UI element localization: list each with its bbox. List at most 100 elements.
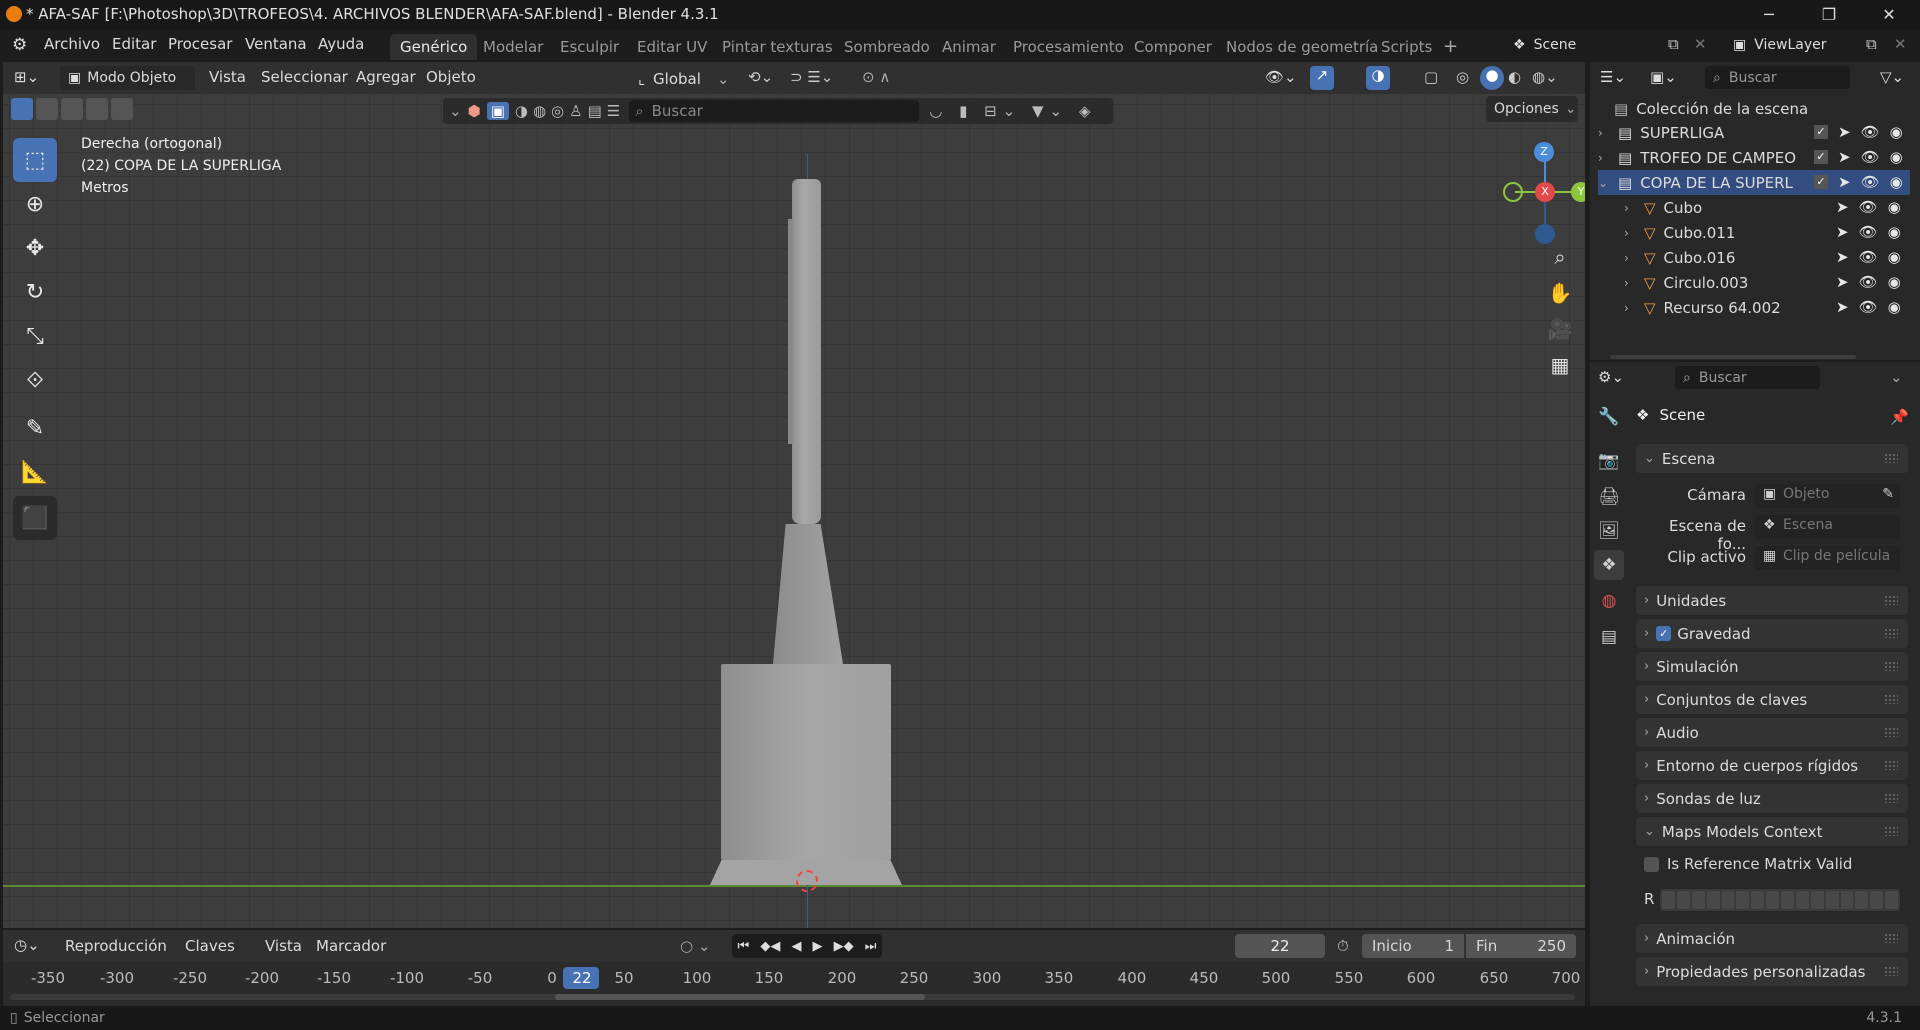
gizmo-toggle-icon[interactable]: ↗ — [1310, 66, 1334, 90]
menu-agregar[interactable]: Agregar — [356, 68, 416, 86]
world-tab-icon[interactable]: ◍ — [1594, 586, 1624, 616]
cursor-tool-icon[interactable]: ⊕ — [13, 182, 57, 226]
visibility-icon[interactable]: 👁⌄ — [1265, 68, 1297, 86]
tab-componer[interactable]: Componer — [1124, 34, 1222, 60]
chevron-down-icon[interactable]: ⌄ — [449, 102, 462, 120]
camera-render-icon[interactable]: ◉ — [1888, 248, 1901, 266]
tab-sombreado[interactable]: Sombreado — [834, 34, 940, 60]
eye-icon[interactable]: 👁 — [1859, 298, 1878, 316]
tab-generico[interactable]: Genérico — [390, 34, 478, 60]
camera-render-icon[interactable]: ◉ — [1890, 148, 1903, 166]
current-frame-field[interactable]: 22 — [1235, 934, 1325, 958]
panel-header[interactable]: › Simulación — [1636, 652, 1908, 681]
select-new-icon[interactable] — [11, 98, 33, 120]
tab-editar-uv[interactable]: Editar UV — [627, 34, 717, 60]
selectable-arrow-icon[interactable]: ➤ — [1836, 198, 1849, 216]
wireframe-shading-icon[interactable]: ◎ — [1456, 68, 1469, 86]
select-extend-icon[interactable] — [36, 98, 58, 120]
transform-tool-icon[interactable]: ⟐ — [13, 358, 57, 402]
tab-scripts[interactable]: Scripts — [1371, 34, 1442, 60]
material-shading-icon[interactable]: ◐ — [1508, 68, 1521, 86]
menu-archivo[interactable]: Archivo — [44, 35, 100, 53]
panel-header[interactable]: ⌄ Maps Models Context — [1636, 817, 1908, 846]
menu-vista-timeline[interactable]: Vista — [265, 937, 302, 955]
eye-icon[interactable]: 👁 — [1859, 223, 1878, 241]
trophy-disc[interactable] — [792, 179, 821, 524]
selectable-arrow-icon[interactable]: ➤ — [1836, 223, 1849, 241]
select-box-tool-icon[interactable]: ⬚ — [13, 138, 57, 182]
checkbox-icon[interactable]: ✓ — [1814, 150, 1828, 164]
chevron-right-icon[interactable]: › — [1624, 276, 1638, 290]
measure-tool-icon[interactable]: 📐 — [13, 450, 57, 494]
scene-tab-icon[interactable]: ❖ — [1594, 550, 1624, 580]
solid-shading-icon[interactable]: ● — [1480, 66, 1504, 90]
timeline-scrollbar[interactable] — [10, 994, 1575, 1000]
xray-icon[interactable]: ▢ — [1424, 68, 1438, 86]
tab-pintar-texturas[interactable]: Pintar texturas — [712, 34, 843, 60]
delete-scene-icon[interactable]: ✕ — [1694, 35, 1707, 53]
viewlayer-selector[interactable]: ▣ ViewLayer — [1725, 33, 1875, 57]
panel-escena[interactable]: ⌄ Escena — [1636, 444, 1908, 473]
pivot-icon[interactable]: ⟲⌄ — [748, 68, 773, 86]
selectable-arrow-icon[interactable]: ➤ — [1838, 148, 1851, 166]
scene-collection-row[interactable]: ▤ Colección de la escena — [1614, 96, 1808, 121]
checkbox-icon[interactable]: ✓ — [1814, 125, 1828, 139]
menu-procesar[interactable]: Procesar — [168, 35, 232, 53]
gizmo-y-icon[interactable]: Y — [1571, 182, 1585, 202]
blender-menu-icon[interactable]: ⚙ — [12, 35, 27, 55]
panel-header[interactable]: › Audio — [1636, 718, 1908, 747]
properties-search-input[interactable]: ⌕ Buscar — [1675, 366, 1820, 389]
annotate-tool-icon[interactable]: ✎ — [13, 406, 57, 450]
menu-reproduccion[interactable]: Reproducción — [65, 937, 167, 955]
selectable-arrow-icon[interactable]: ➤ — [1838, 173, 1851, 191]
object-types-icon[interactable]: ⬢ — [468, 102, 481, 120]
gravity-checkbox[interactable]: ✓ — [1656, 626, 1672, 641]
proportional-edit-icon[interactable]: ⊙ ∧ — [862, 68, 890, 86]
chevron-right-icon[interactable]: › — [1624, 201, 1638, 215]
rotate-tool-icon[interactable]: ↻ — [13, 270, 57, 314]
selectable-arrow-icon[interactable]: ➤ — [1838, 123, 1851, 141]
editor-type-icon[interactable]: ⊞⌄ — [14, 68, 39, 86]
tab-nodos-geometria[interactable]: Nodos de geometría — [1216, 34, 1388, 60]
3d-cursor-icon[interactable] — [796, 870, 818, 892]
chevron-right-icon[interactable]: › — [1624, 226, 1638, 240]
tab-modelar[interactable]: Modelar — [473, 34, 553, 60]
collection-tab-icon[interactable]: ▤ — [1594, 622, 1624, 652]
outliner-search-input[interactable]: ⌕ Buscar — [1705, 66, 1850, 89]
chevron-right-icon[interactable]: › — [1624, 301, 1638, 315]
camera-render-icon[interactable]: ◉ — [1888, 198, 1901, 216]
minimize-button[interactable]: ─ — [1740, 0, 1798, 29]
chevron-right-icon[interactable]: › — [1598, 126, 1612, 140]
delete-viewlayer-icon[interactable]: ✕ — [1894, 35, 1907, 53]
gizmo-neg-y-icon[interactable] — [1503, 182, 1523, 202]
new-scene-icon[interactable]: ⧉ — [1668, 35, 1679, 53]
move-tool-icon[interactable]: ✥ — [13, 226, 57, 270]
eye-icon[interactable]: 👁 — [1861, 148, 1880, 166]
menu-ayuda[interactable]: Ayuda — [318, 35, 364, 53]
select-subtract-icon[interactable] — [61, 98, 83, 120]
scene-field-input[interactable]: ▦ Clip de película — [1755, 546, 1900, 570]
gizmo-x-icon[interactable]: X — [1535, 182, 1555, 202]
mode-selector[interactable]: ▣ Modo Objeto — [60, 66, 195, 90]
eyedropper-icon[interactable]: ✎ — [1882, 486, 1894, 502]
camera-render-icon[interactable]: ◉ — [1888, 223, 1901, 241]
auto-keying-icon[interactable]: ○ ⌄ — [680, 937, 710, 955]
filter-options-icons[interactable]: ◡ ▮ ⊟⌄ ▼⌄ ◈ — [929, 102, 1096, 120]
navigation-gizmo[interactable]: Z X Y — [1503, 142, 1585, 244]
panel-header[interactable]: › ✓ Gravedad — [1636, 619, 1908, 648]
camera-render-icon[interactable]: ◉ — [1890, 173, 1903, 191]
panel-header[interactable]: › Propiedades personalizadas — [1636, 957, 1908, 986]
menu-objeto[interactable]: Objeto — [426, 68, 476, 86]
tool-tab-icon[interactable]: 🔧 — [1594, 402, 1624, 432]
add-workspace-icon[interactable]: + — [1443, 36, 1458, 57]
stopwatch-icon[interactable]: ⏱ — [1337, 937, 1349, 955]
render-tab-icon[interactable]: 📷 — [1594, 446, 1624, 476]
eye-icon[interactable]: 👁 — [1859, 273, 1878, 291]
trophy-base[interactable] — [721, 664, 891, 860]
prev-keyframe-icon[interactable]: ◆◀ — [760, 939, 780, 954]
camera-view-icon[interactable]: 🎥 — [1543, 312, 1577, 346]
start-frame-field[interactable]: Inicio 1 — [1362, 934, 1464, 958]
filter-icon[interactable]: ▽⌄ — [1880, 68, 1904, 86]
camera-render-icon[interactable]: ◉ — [1890, 123, 1903, 141]
output-tab-icon[interactable]: 🖨 — [1594, 482, 1624, 512]
